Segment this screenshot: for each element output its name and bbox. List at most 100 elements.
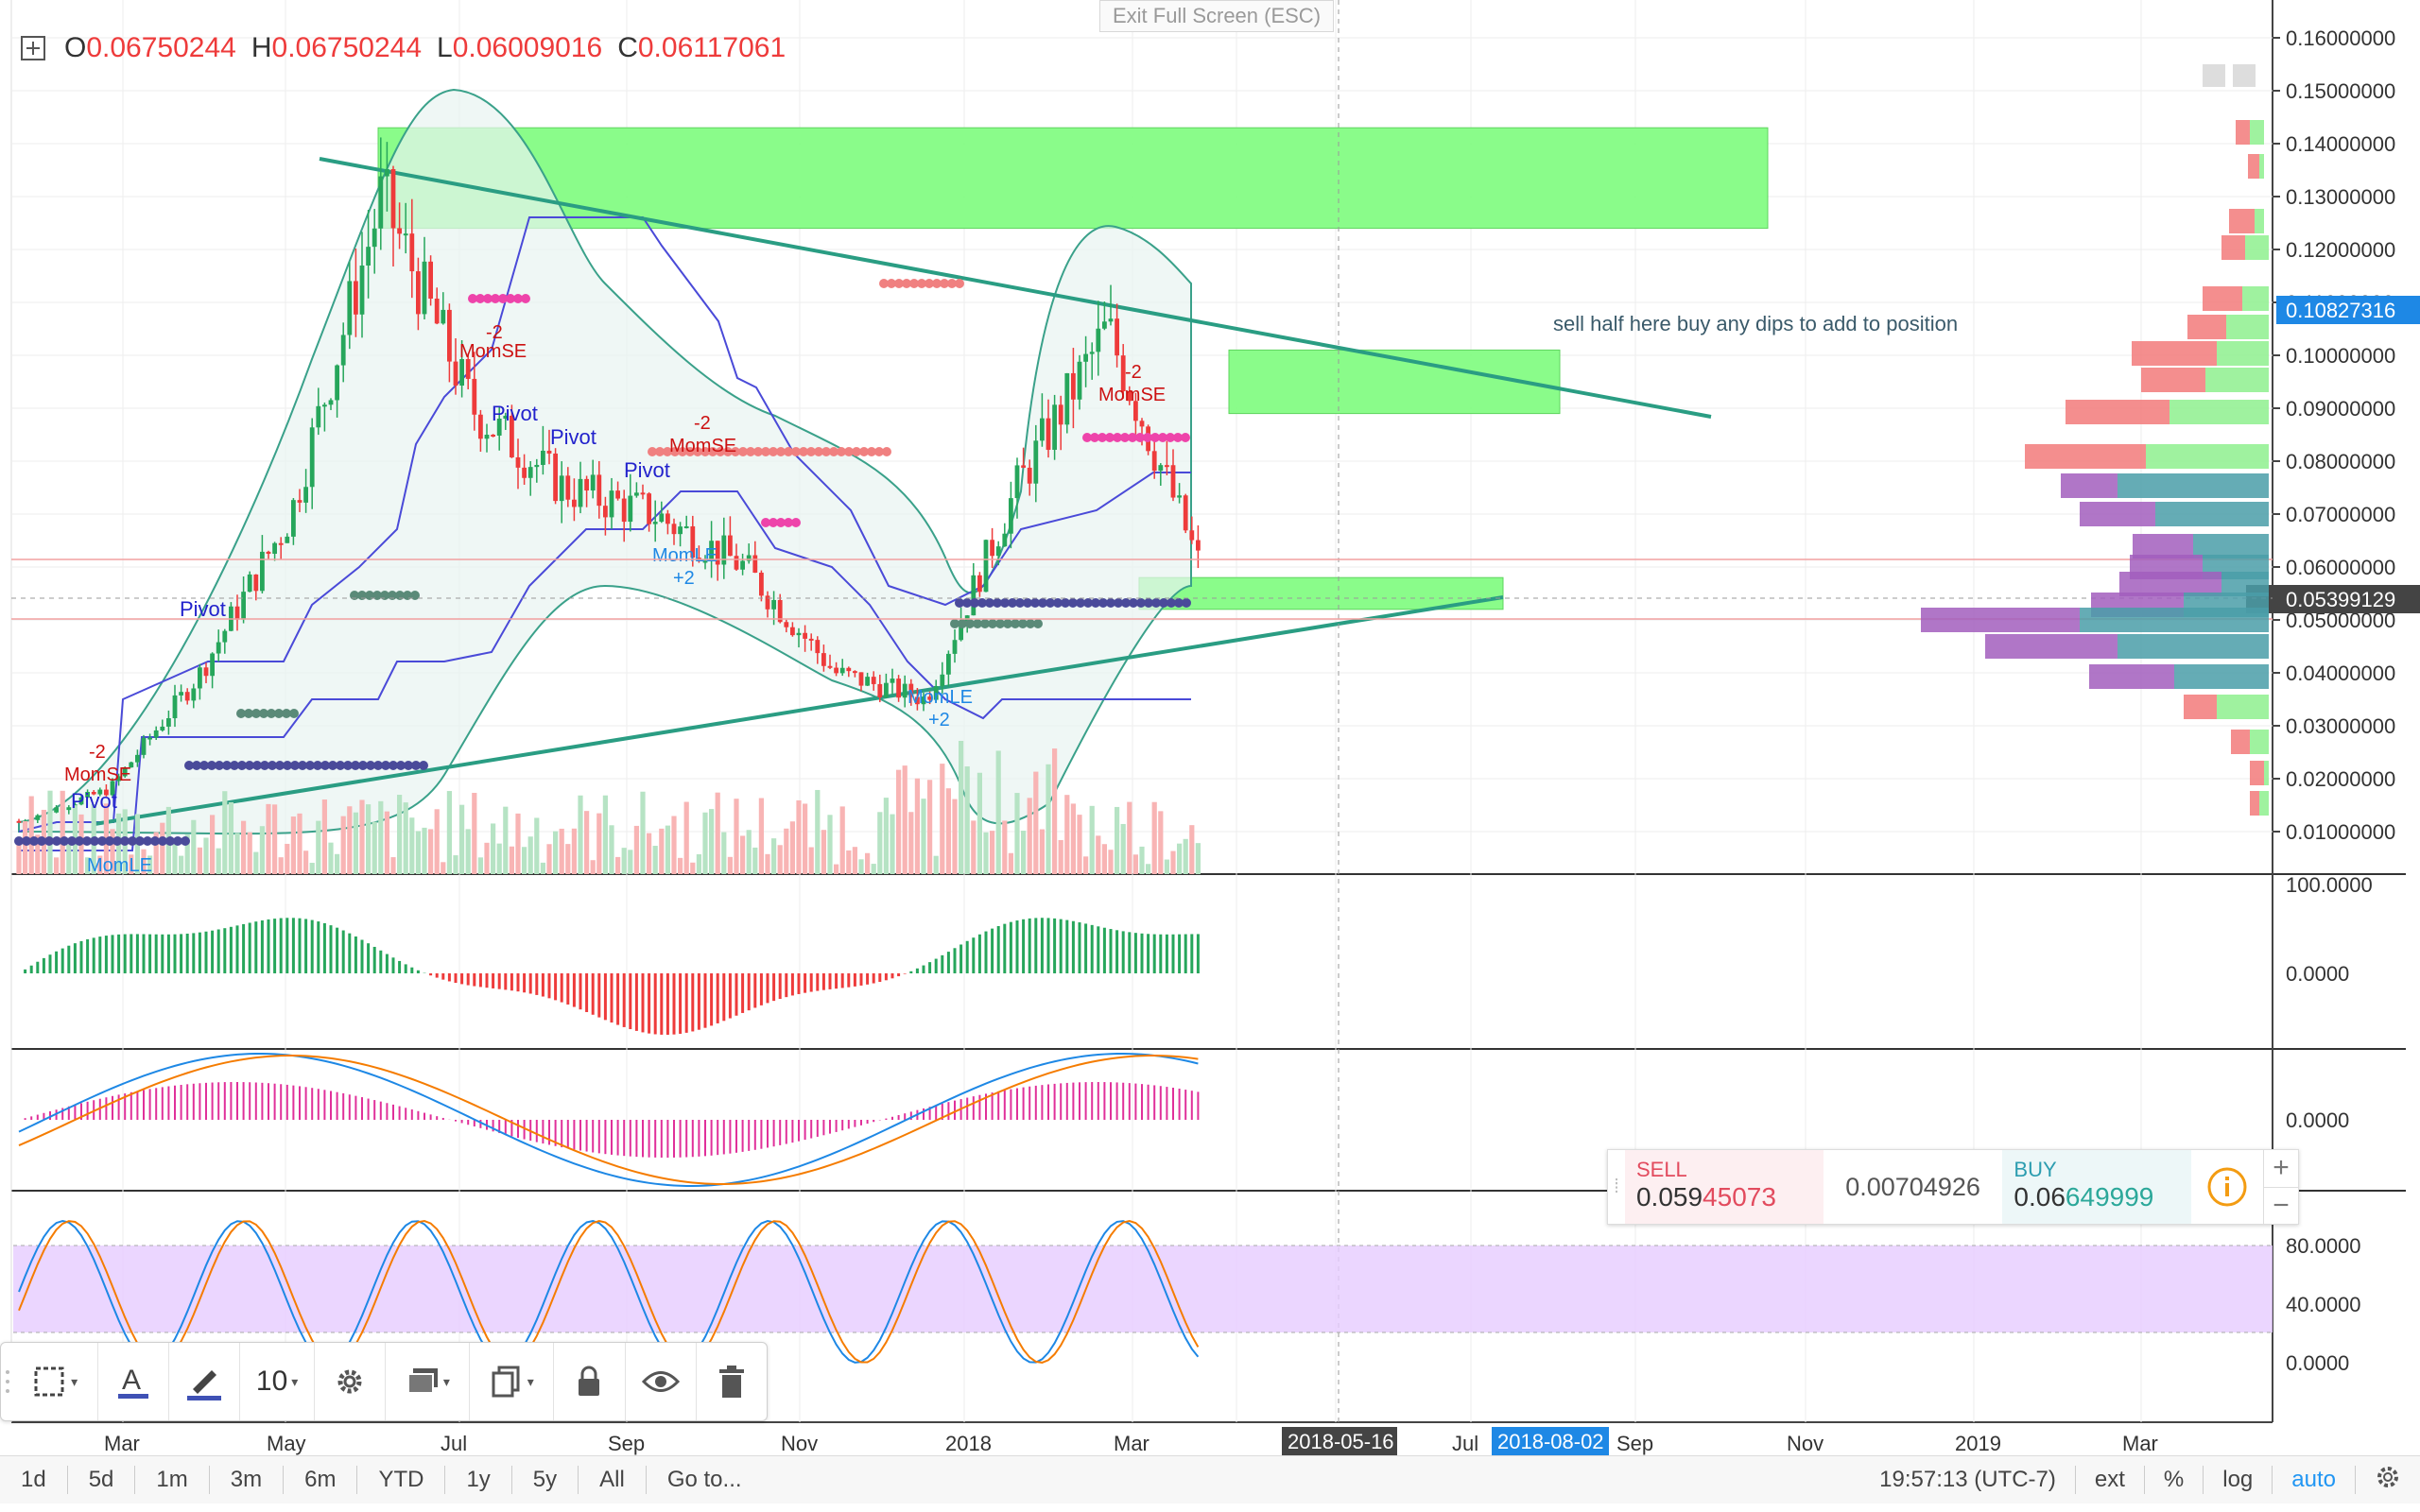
macd-histogram-bar [810,1120,813,1139]
scroll-down-button [2203,64,2225,87]
time-tick-label: 2018 [945,1432,992,1455]
bottom-bar: 1d 5d 1m 3m 6m YTD 1y 5y All Go to... 19… [0,1455,2420,1503]
candle [678,526,683,535]
macd-histogram-bar [311,1088,314,1120]
time-tick-label: Sep [1616,1432,1653,1455]
macd-histogram-bar [935,1105,938,1120]
info-icon[interactable] [2191,1150,2263,1224]
range-1m[interactable]: 1m [135,1467,208,1493]
close-value: 0.06117061 [637,32,786,63]
qty-stepper[interactable]: + − [2263,1150,2298,1224]
volume-bar [522,847,527,874]
macd-histogram-bar [367,1098,370,1120]
price-tick-label: 0.03000000 [2286,714,2395,738]
range-1y[interactable]: 1y [445,1467,510,1493]
macd-histogram-bar [666,1120,669,1158]
ext-toggle[interactable]: ext [2076,1467,2144,1493]
macd-histogram-bar [136,1091,139,1120]
pivot-dot [955,279,964,288]
percent-toggle[interactable]: % [2145,1467,2203,1493]
range-3m[interactable]: 3m [210,1467,283,1493]
stochastic-band [13,1246,2273,1332]
settings-button[interactable] [315,1343,387,1420]
lock-button[interactable] [554,1343,626,1420]
histogram-bar [273,919,277,973]
volume-bar [995,750,1001,874]
chart-canvas[interactable]: 0.16000000 0.15000000 0.14000000 0.13000000… [0,0,2420,1512]
macd-histogram-bar [304,1087,307,1120]
range-ytd[interactable]: YTD [357,1467,444,1493]
clone-button[interactable]: ▾ [470,1343,555,1420]
pivot-dot [419,761,428,770]
histogram-bar [154,934,158,973]
histogram-bar [1190,934,1194,973]
range-1d[interactable]: 1d [0,1467,67,1493]
histogram-bar [516,973,520,992]
log-toggle[interactable]: log [2204,1467,2272,1493]
volume-bar [321,799,327,874]
drag-handle-icon[interactable]: ⁞ [1608,1150,1625,1224]
candle [990,540,994,557]
macd-histogram-bar [467,1120,470,1125]
volume-profile-bar [2146,444,2269,469]
histogram-bar [248,922,251,973]
range-5y[interactable]: 5y [512,1467,578,1493]
template-button[interactable]: ▾ [386,1343,471,1420]
macd-histogram-bar [299,1086,301,1120]
volume-bar [415,831,421,874]
text-color-button[interactable]: A [98,1343,169,1420]
volume-bar [834,864,839,874]
clock[interactable]: 19:57:13 (UTC-7) [1860,1467,2075,1493]
volume-bar [702,812,708,874]
plus-icon[interactable]: + [2264,1150,2298,1188]
volume-bar [1101,844,1107,874]
macd-histogram-bar [1159,1086,1162,1120]
volume-bar [927,780,933,874]
volume-bar [959,740,964,874]
volume-bar [179,855,184,874]
expand-icon[interactable] [21,36,45,60]
sell-button[interactable]: SELL 0.05945073 [1624,1150,1824,1224]
histogram-bar [878,973,882,983]
minus-icon[interactable]: − [2264,1188,2298,1225]
macd-histogram-bar [392,1104,394,1120]
volume-bar [309,863,315,874]
exit-fullscreen-button[interactable]: Exit Full Screen (ESC) [1099,0,1334,32]
candle [584,478,589,491]
macd-histogram-bar [1153,1085,1156,1120]
volume-bar [777,845,783,874]
line-color-button[interactable] [169,1343,241,1420]
buy-button[interactable]: BUY 0.06649999 [2002,1150,2192,1224]
volume-profile-bar [2217,695,2269,719]
volume-bar [453,855,458,874]
range-5d[interactable]: 5d [68,1467,135,1493]
histogram-bar [591,973,595,1015]
histogram-bar [629,973,632,1030]
auto-toggle[interactable]: auto [2273,1467,2355,1493]
visibility-button[interactable] [626,1343,697,1420]
candle [803,632,807,639]
line-width-button[interactable]: 10 ▾ [240,1343,316,1420]
range-6m[interactable]: 6m [284,1467,356,1493]
candle [303,487,308,503]
volume-bar [303,850,309,874]
histogram-bar [946,952,950,973]
macd-histogram-bar [1197,1091,1200,1120]
range-all[interactable]: All [579,1467,646,1493]
candle [1177,495,1182,498]
toolbar-grip-icon[interactable] [1,1343,14,1420]
select-area-button[interactable]: ▾ [14,1343,98,1420]
candle [1014,465,1020,499]
macd-histogram-bar [1060,1083,1063,1120]
delete-button[interactable] [697,1343,767,1420]
macd-histogram-bar [904,1113,907,1120]
macd-histogram-bar [479,1120,482,1128]
goto-button[interactable]: Go to... [647,1467,763,1493]
histogram-bar [959,944,963,973]
candle [198,667,202,689]
candle [946,653,951,675]
candle [652,522,658,524]
chart-settings-gear-icon[interactable] [2356,1464,2420,1497]
candle [16,820,22,823]
macd-histogram-bar [230,1082,233,1120]
